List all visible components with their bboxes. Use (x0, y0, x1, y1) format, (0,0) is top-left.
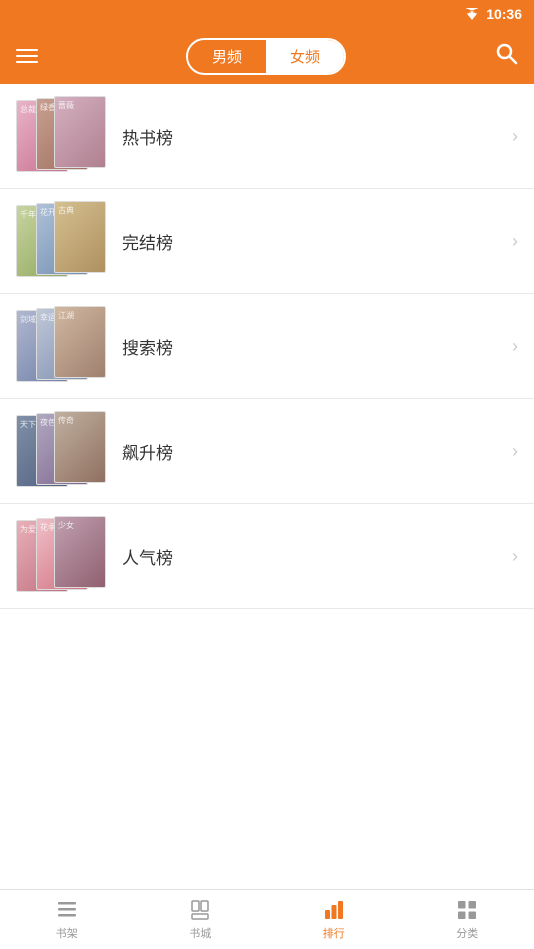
gender-tab-switcher: 男频 女频 (186, 38, 346, 75)
book-cover: 蔷薇 (54, 96, 106, 168)
chevron-icon-rise: › (512, 441, 518, 462)
list-item-complete[interactable]: 千年 花开 古典 完结榜 › (0, 189, 534, 294)
list-item-popular[interactable]: 为爱痴狂 花季 少女 人气榜 › (0, 504, 534, 609)
menu-button[interactable] (16, 49, 38, 63)
book-cover: 少女 (54, 516, 106, 588)
list-item-label-popular: 人气榜 (122, 544, 504, 569)
bookshelf-icon (55, 898, 79, 922)
list-item-label-complete: 完结榜 (122, 229, 504, 254)
list-item-hot[interactable]: 总裁的微草 绿香 蔷薇 热书榜 › (0, 84, 534, 189)
nav-ranking[interactable]: 排行 (267, 892, 401, 947)
nav-store[interactable]: 书城 (134, 892, 268, 947)
list-item-search[interactable]: 剑域 幸运 江湖 搜索榜 › (0, 294, 534, 399)
cover-stack-rise: 天下 夜色 传奇 (16, 411, 106, 491)
ranking-icon (322, 898, 346, 922)
nav-category-label: 分类 (456, 925, 478, 941)
chevron-icon-search: › (512, 336, 518, 357)
status-time: 10:36 (486, 6, 522, 22)
tab-female[interactable]: 女频 (266, 40, 344, 73)
book-cover: 古典 (54, 201, 106, 273)
list-item-label-hot: 热书榜 (122, 124, 504, 149)
list-item-label-rise: 飙升榜 (122, 439, 504, 464)
nav-bookshelf[interactable]: 书架 (0, 892, 134, 947)
nav-store-label: 书城 (189, 925, 211, 941)
list-item-label-search: 搜索榜 (122, 334, 504, 359)
status-bar: 10:36 (0, 0, 534, 28)
cover-stack-hot: 总裁的微草 绿香 蔷薇 (16, 96, 106, 176)
store-icon (188, 898, 212, 922)
tab-male[interactable]: 男频 (188, 40, 266, 73)
app-header: 男频 女频 (0, 28, 534, 84)
cover-stack-search: 剑域 幸运 江湖 (16, 306, 106, 386)
book-cover: 江湖 (54, 306, 106, 378)
chevron-icon-hot: › (512, 126, 518, 147)
cover-stack-popular: 为爱痴狂 花季 少女 (16, 516, 106, 596)
nav-ranking-label: 排行 (323, 925, 345, 941)
chevron-icon-popular: › (512, 546, 518, 567)
bottom-navigation: 书架 书城 排行 分类 (0, 889, 534, 949)
wifi-icon (464, 8, 480, 20)
book-cover: 传奇 (54, 411, 106, 483)
nav-bookshelf-label: 书架 (56, 925, 78, 941)
search-button[interactable] (494, 41, 518, 71)
nav-category[interactable]: 分类 (401, 892, 534, 947)
list-item-rise[interactable]: 天下 夜色 传奇 飙升榜 › (0, 399, 534, 504)
main-content: 总裁的微草 绿香 蔷薇 热书榜 › 千年 花开 古典 完结榜 › (0, 84, 534, 889)
category-icon (455, 898, 479, 922)
cover-stack-complete: 千年 花开 古典 (16, 201, 106, 281)
chevron-icon-complete: › (512, 231, 518, 252)
